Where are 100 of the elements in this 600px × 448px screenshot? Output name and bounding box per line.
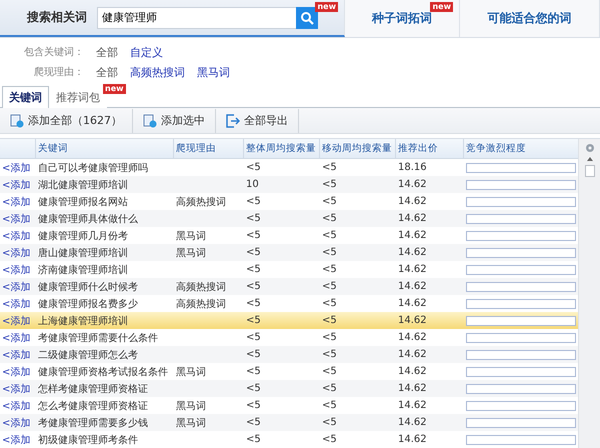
new-badge: new	[315, 2, 338, 12]
table-cell-text: <5	[245, 417, 262, 428]
add-link[interactable]: <添加	[0, 416, 35, 430]
add-link[interactable]: <添加	[0, 432, 35, 446]
add-link[interactable]: <添加	[0, 348, 35, 362]
table-cell-text: 18.16	[397, 162, 428, 173]
scroll-up-icon[interactable]	[586, 157, 592, 161]
toolbar-button[interactable]: 添加全部（1627）	[0, 108, 133, 132]
column-header[interactable]: 整体周均搜索量	[243, 139, 319, 158]
top-tab[interactable]: 搜索相关词 健康管理师 new	[0, 0, 345, 37]
table-cell-text: <5	[245, 434, 262, 445]
table-row[interactable]: <添加 唐山健康管理师培训 黑马词 <5 <5 14.62	[0, 244, 578, 261]
table-cell-text: 高频热搜词	[175, 298, 227, 310]
column-header[interactable]: 关键词	[35, 139, 173, 158]
search-button[interactable]	[296, 6, 318, 28]
table-cell-text: <5	[245, 315, 262, 326]
toolbar-button[interactable]: 添加选中	[133, 108, 216, 132]
table-cell-text: 14.62	[397, 196, 428, 207]
scrollbar[interactable]	[578, 139, 600, 448]
table-cell-text: 黑马词	[175, 416, 207, 430]
table-cell-text: <5	[245, 332, 262, 343]
table-cell-text: 初级健康管理师考条件	[37, 434, 139, 446]
add-link[interactable]: <添加	[0, 280, 35, 294]
table-cell-text: <5	[245, 298, 262, 309]
table-cell-text: <5	[321, 417, 338, 428]
table-row[interactable]: <添加 健康管理师具体做什么 <5 <5 14.62	[0, 210, 578, 227]
table-cell-text: 黑马词	[175, 246, 207, 260]
add-link[interactable]: <添加	[0, 228, 35, 242]
table-row[interactable]: <添加 怎样考健康管理师资格证 <5 <5 14.62	[0, 380, 578, 397]
table-cell-text: 14.62	[397, 264, 428, 275]
add-link[interactable]: <添加	[0, 262, 35, 276]
add-link[interactable]: <添加	[0, 364, 35, 378]
column-header[interactable]: 移动周均搜索量	[319, 139, 395, 158]
table-cell-text: 健康管理师什么时候考	[37, 280, 139, 294]
table-cell-text: <5	[245, 213, 262, 224]
table-cell-text: <5	[321, 230, 338, 241]
table-cell-text: 考健康管理师需要什么条件	[37, 332, 159, 344]
table-cell-text: 健康管理师报名网站	[37, 196, 129, 208]
add-link[interactable]: <添加	[0, 212, 35, 226]
add-link[interactable]: <添加	[0, 246, 35, 260]
table-cell-text: 怎么考健康管理师资格证	[37, 400, 149, 412]
table-cell-text: <5	[321, 213, 338, 224]
table-cell-text: <5	[321, 179, 338, 190]
add-link[interactable]: <添加	[0, 194, 35, 208]
tab-label: 搜索相关词	[27, 9, 87, 26]
table-cell-text: 14.62	[397, 281, 428, 292]
table-row[interactable]: <添加 上海健康管理师培训 <5 <5 14.62	[0, 312, 578, 329]
filter-option[interactable]: 黑马词	[197, 64, 230, 80]
table-cell-text: <5	[245, 162, 262, 173]
filter-option[interactable]: 全部	[96, 64, 118, 80]
table-cell-text: 14.62	[397, 400, 428, 411]
toolbar-button[interactable]: 全部导出	[216, 108, 299, 132]
filter-option[interactable]: 高频热搜词	[130, 64, 185, 80]
table-cell-text: <5	[321, 162, 338, 173]
add-document-icon	[10, 114, 24, 128]
gear-icon[interactable]	[584, 143, 594, 153]
table-cell-text: 10	[245, 179, 260, 190]
filter-option[interactable]: 全部	[96, 44, 118, 60]
add-link[interactable]: <添加	[0, 382, 35, 396]
table-cell-text: 14.62	[397, 298, 428, 309]
table-cell-text: 14.62	[397, 349, 428, 360]
filter-option[interactable]: 自定义	[130, 44, 163, 60]
table-cell-text: <5	[245, 366, 262, 377]
search-field[interactable]: 健康管理师	[97, 6, 296, 28]
table-cell-text: 14.62	[397, 213, 428, 224]
table-cell-text: <5	[245, 383, 262, 394]
add-link[interactable]: <添加	[0, 330, 35, 344]
table-cell-text: 健康管理师报名费多少	[37, 298, 139, 310]
table-cell-text: 14.62	[397, 230, 428, 241]
add-link[interactable]: <添加	[0, 314, 35, 328]
table-row[interactable]: <添加 湖北健康管理师培训 10 <5 14.62	[0, 176, 578, 193]
column-header[interactable]: 爬现理由	[173, 139, 243, 158]
table-cell-text: 14.62	[397, 366, 428, 377]
tab-label: 种子词拓词	[372, 10, 432, 27]
table-cell-text: <5	[245, 247, 262, 258]
add-link[interactable]: <添加	[0, 398, 35, 412]
tab[interactable]: 关键词	[2, 86, 49, 108]
table-cell-text: 济南健康管理师培训	[37, 264, 129, 276]
scroll-thumb[interactable]	[584, 165, 594, 177]
add-link[interactable]: <添加	[0, 296, 35, 310]
tab-label: 可能适合您的词	[488, 10, 572, 27]
table-cell-text: 黑马词	[175, 400, 207, 412]
table-cell-text: <5	[245, 400, 262, 411]
table-row[interactable]: <添加 二级健康管理师怎么考 <5 <5 14.62	[0, 346, 578, 363]
top-tab[interactable]: 可能适合您的词	[460, 0, 600, 37]
add-document-icon	[143, 114, 157, 128]
add-link[interactable]: <添加	[0, 160, 35, 174]
table-cell-text: 黑马词	[175, 366, 207, 378]
table-row[interactable]: <添加 考健康管理师需要多少钱 黑马词 <5 <5 14.62	[0, 414, 578, 431]
table-cell-text: 上海健康管理师培训	[37, 314, 129, 328]
table-cell-text: <5	[321, 264, 338, 275]
table-row[interactable]: <添加 健康管理师什么时候考 高频热搜词 <5 <5 14.62	[0, 278, 578, 295]
column-header[interactable]: 推荐出价	[395, 139, 463, 158]
table-cell-text: <5	[321, 383, 338, 394]
top-tab[interactable]: 种子词拓词 new	[345, 0, 460, 37]
export-icon	[226, 114, 240, 128]
table-cell-text: 湖北健康管理师培训	[37, 178, 129, 192]
table-cell-text: <5	[321, 315, 338, 326]
table-cell-text: 黑马词	[175, 230, 207, 242]
add-link[interactable]: <添加	[0, 178, 35, 192]
